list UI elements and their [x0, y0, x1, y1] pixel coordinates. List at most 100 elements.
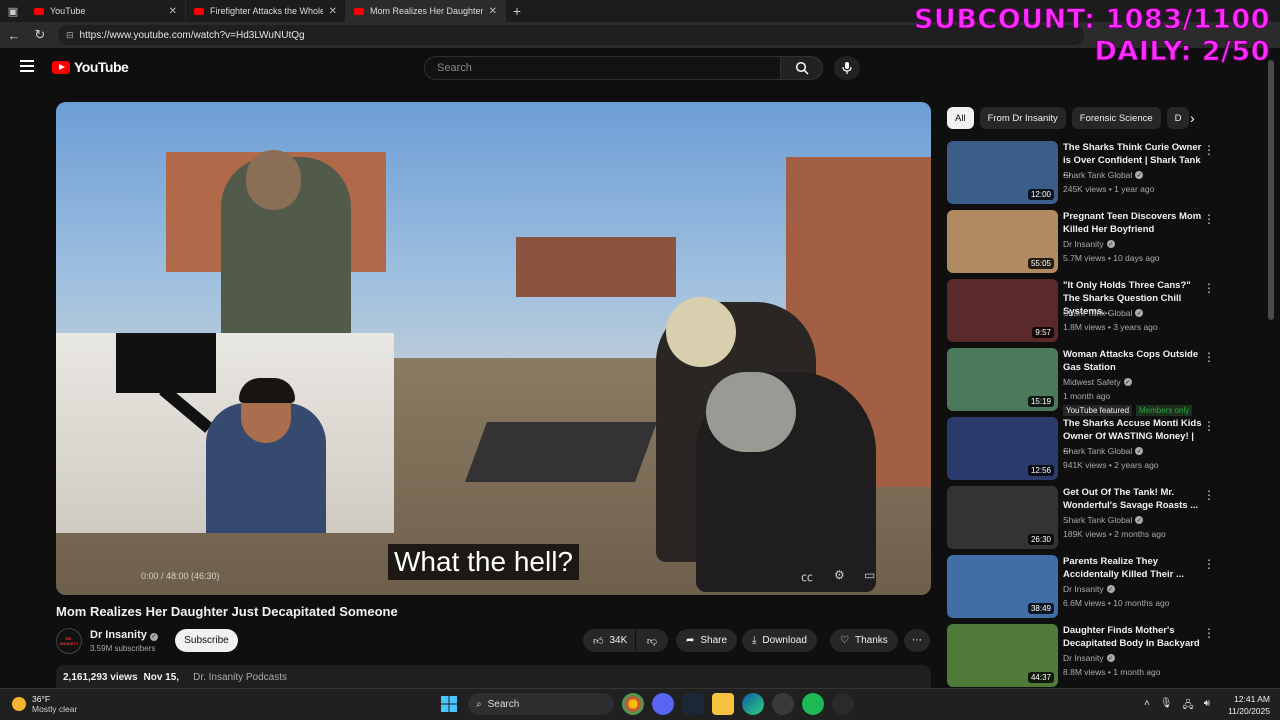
video-thumbnail[interactable]: 26:30: [947, 486, 1058, 549]
back-arrow-icon[interactable]: ←: [6, 28, 22, 43]
chrome-icon[interactable]: [622, 693, 644, 715]
video-player[interactable]: What the hell? 0:00 / 48:00 (46:30) ㏄ ⚙ …: [56, 102, 931, 595]
window-menu-icon[interactable]: ▣: [0, 0, 26, 22]
more-vertical-icon[interactable]: ⋮: [1203, 488, 1215, 502]
channel-avatar[interactable]: DR. INSANITY: [56, 628, 82, 654]
theater-mode-icon[interactable]: ▭: [864, 568, 875, 582]
volume-icon[interactable]: 🔊︎: [1204, 698, 1210, 715]
more-vertical-icon[interactable]: ⋮: [1203, 281, 1215, 295]
recommendation-channel[interactable]: Shark Tank Global ✓: [1063, 308, 1144, 318]
hamburger-menu-icon[interactable]: [20, 60, 34, 72]
video-thumbnail[interactable]: 12:56: [947, 417, 1058, 480]
chip-forensic-science[interactable]: Forensic Science: [1071, 107, 1161, 129]
description-box[interactable]: 2,161,293 views Nov 15, Dr. Insanity Pod…: [56, 665, 931, 689]
recommendation-channel[interactable]: Shark Tank Global ✓: [1063, 170, 1144, 180]
recommendation-item[interactable]: 15:19 Woman Attacks Cops Outside Gas Sta…: [947, 348, 1257, 416]
share-button[interactable]: ➦ Share: [676, 629, 738, 652]
recommendation-channel[interactable]: Dr Insanity ✓: [1063, 653, 1115, 663]
recommendation-title[interactable]: Pregnant Teen Discovers Mom Killed Her B…: [1063, 210, 1203, 236]
tab-close-icon[interactable]: ✕: [329, 6, 337, 17]
tab-close-icon[interactable]: ✕: [489, 6, 497, 17]
more-vertical-icon[interactable]: ⋮: [1203, 626, 1215, 640]
video-thumbnail[interactable]: 15:19: [947, 348, 1058, 411]
youtube-logo[interactable]: YouTube: [52, 59, 129, 75]
recommendation-channel[interactable]: Dr Insanity ✓: [1063, 584, 1115, 594]
chip-all[interactable]: All: [947, 107, 974, 129]
video-thumbnail[interactable]: 55:05: [947, 210, 1058, 273]
chevron-right-icon[interactable]: ›: [1190, 110, 1195, 126]
file-explorer-icon[interactable]: [712, 693, 734, 715]
reload-icon[interactable]: ↻: [32, 27, 48, 43]
chip-from-dr-insanity[interactable]: From Dr Insanity: [979, 107, 1066, 129]
new-tab-button[interactable]: +: [506, 3, 528, 19]
weather-widget[interactable]: 36°F Mostly clear: [12, 694, 77, 714]
video-thumbnail[interactable]: 12:00: [947, 141, 1058, 204]
microphone-icon[interactable]: 🎙︎: [1160, 698, 1173, 715]
description-tag[interactable]: Dr. Insanity Podcasts: [193, 672, 287, 683]
system-tray: ˄ 🎙︎ 🖧︎ 🔊︎: [1144, 698, 1210, 715]
members-only-badge: Members only: [1136, 405, 1193, 416]
recommendation-channel[interactable]: Shark Tank Global ✓: [1063, 515, 1144, 525]
steam-icon[interactable]: [682, 693, 704, 715]
more-vertical-icon[interactable]: ⋮: [1203, 419, 1215, 433]
taskbar-search[interactable]: ⌕ Search: [468, 693, 614, 715]
recommendation-title[interactable]: Get Out Of The Tank! Mr. Wonderful's Sav…: [1063, 486, 1203, 512]
recommendation-item[interactable]: 12:56 The Sharks Accuse Monti Kids Owner…: [947, 417, 1257, 481]
voice-search-button[interactable]: [834, 56, 860, 80]
recommendation-title[interactable]: Parents Realize They Accidentally Killed…: [1063, 555, 1203, 581]
tab-label: Mom Realizes Her Daughter Just: [370, 6, 483, 16]
recommendation-item[interactable]: 12:00 The Sharks Think Curie Owner is Ov…: [947, 141, 1257, 205]
channel-name[interactable]: Dr Insanity ✓: [90, 629, 158, 641]
search-button[interactable]: [781, 56, 823, 80]
video-thumbnail[interactable]: 9:57: [947, 279, 1058, 342]
windows-start-icon[interactable]: [438, 693, 460, 715]
recommendation-item[interactable]: 38:49 Parents Realize They Accidentally …: [947, 555, 1257, 619]
share-label: Share: [700, 635, 728, 646]
more-vertical-icon[interactable]: ⋮: [1203, 212, 1215, 226]
scrollbar[interactable]: [1268, 60, 1274, 320]
recommendation-item[interactable]: 55:05 Pregnant Teen Discovers Mom Killed…: [947, 210, 1257, 274]
obs-icon[interactable]: [772, 693, 794, 715]
recommendation-item[interactable]: 44:37 Daughter Finds Mother's Decapitate…: [947, 624, 1257, 688]
chip-partial[interactable]: D: [1166, 107, 1189, 129]
recommendation-meta: 189K views • 2 months ago: [1063, 529, 1166, 539]
recommendation-channel[interactable]: Dr Insanity ✓: [1063, 239, 1115, 249]
search-input[interactable]: Search: [424, 56, 781, 80]
recommendation-channel[interactable]: Shark Tank Global ✓: [1063, 446, 1144, 456]
site-info-icon[interactable]: ⊟: [66, 30, 74, 41]
more-vertical-icon[interactable]: ⋮: [1203, 557, 1215, 571]
network-icon[interactable]: 🖧︎: [1183, 698, 1194, 715]
thumbs-up-icon: 👍︎: [593, 635, 604, 647]
more-actions-button[interactable]: ⋯: [904, 629, 930, 652]
browser-tab-2[interactable]: Firefighter Attacks the Whole Poli ✕: [186, 0, 346, 22]
recommendation-channel[interactable]: Midwest Safety ✓: [1063, 377, 1132, 387]
recommendation-title[interactable]: Woman Attacks Cops Outside Gas Station: [1063, 348, 1203, 374]
avatar-text: DR. INSANITY: [59, 636, 79, 646]
video-thumbnail[interactable]: 44:37: [947, 624, 1058, 687]
clock-date: 11/20/2025: [1228, 706, 1270, 716]
more-vertical-icon[interactable]: ⋮: [1203, 143, 1215, 157]
settings-gear-icon[interactable]: ⚙: [834, 568, 845, 582]
recommendation-channel-name: Dr Insanity: [1063, 653, 1104, 663]
thanks-button[interactable]: ♡ Thanks: [830, 629, 898, 652]
recommendation-title[interactable]: Daughter Finds Mother's Decapitated Body…: [1063, 624, 1203, 650]
dislike-button[interactable]: 👎︎: [636, 629, 668, 652]
recommendation-meta: 245K views • 1 year ago: [1063, 184, 1155, 194]
download-button[interactable]: ⤓ Download: [742, 629, 817, 652]
browser-tab-3[interactable]: Mom Realizes Her Daughter Just ✕: [346, 0, 506, 22]
recommendation-item[interactable]: 9:57 "It Only Holds Three Cans?" The Sha…: [947, 279, 1257, 343]
clock[interactable]: 12:41 AM 11/20/2025: [1226, 693, 1270, 717]
app-icon[interactable]: [832, 693, 854, 715]
like-button[interactable]: 👍︎ 34K: [583, 629, 635, 652]
recommendation-item[interactable]: 26:30 Get Out Of The Tank! Mr. Wonderful…: [947, 486, 1257, 550]
video-thumbnail[interactable]: 38:49: [947, 555, 1058, 618]
more-vertical-icon[interactable]: ⋮: [1203, 350, 1215, 364]
spotify-icon[interactable]: [802, 693, 824, 715]
discord-icon[interactable]: [652, 693, 674, 715]
browser-tab-1[interactable]: YouTube ✕: [26, 0, 186, 22]
edge-icon[interactable]: [742, 693, 764, 715]
tab-close-icon[interactable]: ✕: [169, 6, 177, 17]
subscribe-button[interactable]: Subscribe: [175, 629, 238, 652]
captions-icon[interactable]: ㏄: [801, 568, 813, 585]
chevron-up-icon[interactable]: ˄: [1144, 698, 1150, 715]
